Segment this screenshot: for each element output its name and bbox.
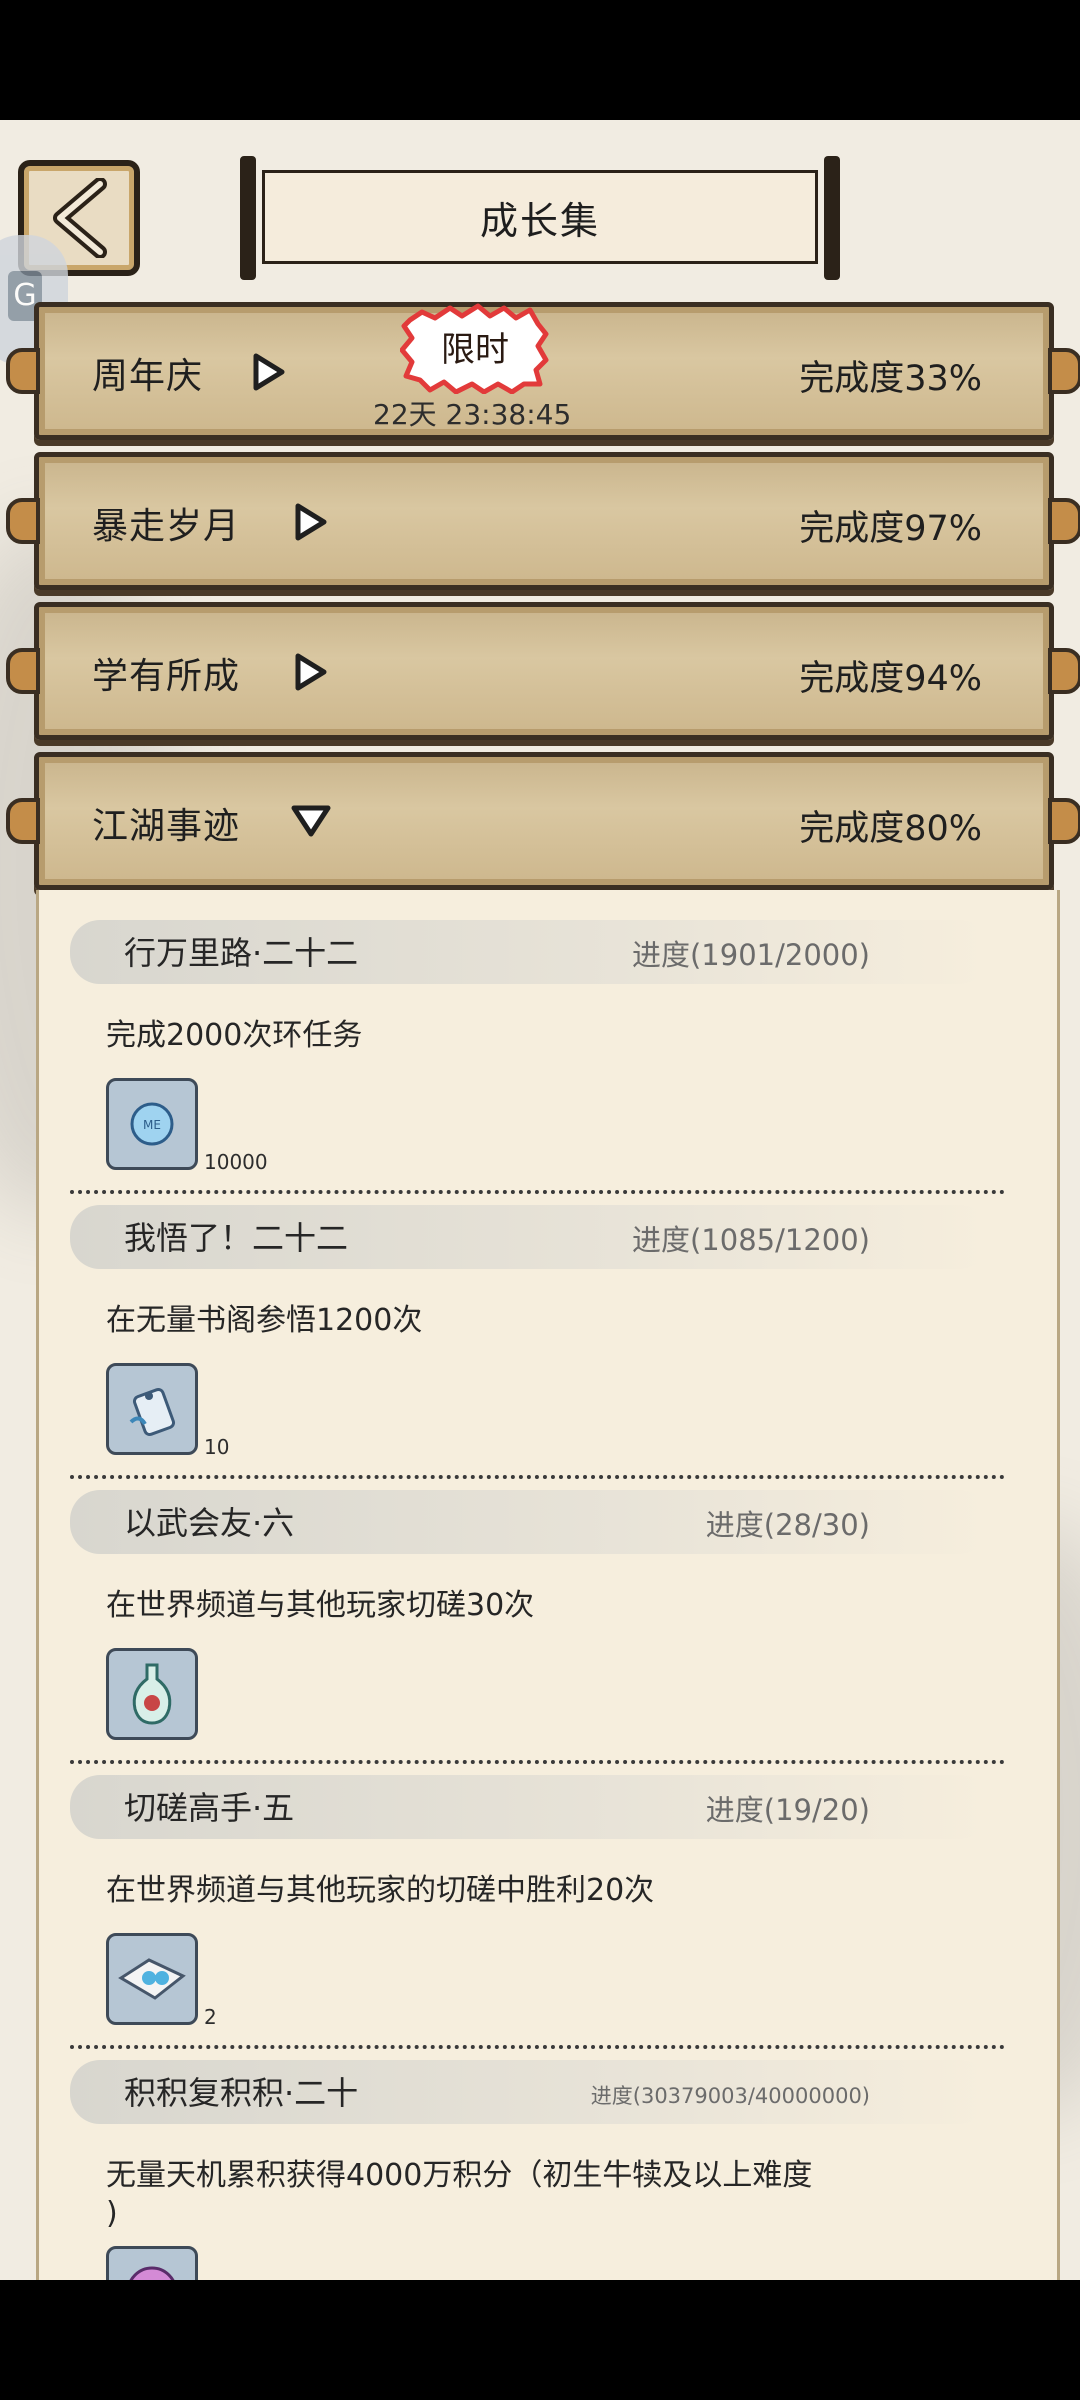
triangle-down-icon (291, 805, 331, 837)
reward-count: 10 (204, 1435, 230, 1459)
triangle-right-icon (295, 503, 327, 541)
task-item: 以武会友·六 进度(28/30) 在世界频道与其他玩家切磋30次 (70, 1480, 1010, 1765)
bar-knob (1048, 348, 1080, 394)
task-item: 积积复积积·二十 进度(30379003/40000000) 无量天机累积获得4… (70, 2050, 1010, 2280)
countdown-timer: 22天 23:38:45 (373, 398, 572, 431)
reward-slot[interactable]: ME (106, 1078, 198, 1170)
task-name: 以武会友·六 (124, 1504, 295, 1542)
task-progress: 进度(30379003/40000000) (590, 2084, 870, 2108)
bar-knob (6, 498, 40, 544)
limited-time-badge: 限时 (399, 302, 550, 395)
title-scroll: 成长集 (240, 156, 840, 280)
category-rampage-years[interactable]: 暴走岁月 完成度97% (6, 452, 1080, 590)
task-description: 无量天机累积获得4000万积分（初生牛犊及以上难度 (106, 2158, 813, 2193)
completion-text: 完成度94% (799, 659, 982, 699)
task-name: 行万里路·二十二 (124, 934, 359, 972)
task-name: 切磋高手·五 (124, 1789, 295, 1827)
vase-icon (132, 1663, 172, 1725)
category-learning[interactable]: 学有所成 完成度94% (6, 602, 1080, 740)
triangle-right-icon (295, 653, 327, 691)
task-description: 在世界频道与其他玩家切磋30次 (106, 1588, 535, 1623)
bar-knob (1048, 798, 1080, 844)
bar-knob (6, 348, 40, 394)
task-description: 在无量书阁参悟1200次 (106, 1303, 423, 1338)
scroll-rod (824, 156, 840, 280)
category-jianghu-deeds[interactable]: 江湖事迹 完成度80% (6, 752, 1080, 890)
task-progress: 进度(19/20) (705, 1793, 870, 1827)
badge-text: 限时 (441, 330, 509, 370)
dotted-divider (70, 1190, 1005, 1194)
category-name: 周年庆 (92, 356, 204, 397)
bar-knob (1048, 648, 1080, 694)
dotted-divider (70, 1475, 1005, 1479)
task-progress: 进度(28/30) (705, 1508, 870, 1542)
reward-slot[interactable] (106, 2246, 198, 2280)
task-description: 完成2000次环任务 (106, 1018, 363, 1053)
completion-text: 完成度33% (799, 359, 982, 399)
coin-icon: ME (130, 1102, 174, 1146)
scroll-gem-icon (118, 1958, 186, 2000)
task-item: 行万里路·二十二 进度(1901/2000) 完成2000次环任务 ME 100… (70, 910, 1010, 1195)
task-progress: 进度(1085/1200) (631, 1223, 870, 1257)
completion-text: 完成度80% (799, 809, 982, 849)
dotted-divider (70, 2045, 1005, 2049)
reward-count: 2 (204, 2005, 217, 2029)
task-name: 积积复积积·二十 (124, 2074, 359, 2112)
reward-slot[interactable] (106, 1933, 198, 2025)
task-name: 我悟了！二十二 (124, 1219, 349, 1257)
task-item: 我悟了！二十二 进度(1085/1200) 在无量书阁参悟1200次 10 (70, 1195, 1010, 1480)
task-progress: 进度(1901/2000) (631, 938, 870, 972)
reward-slot[interactable] (106, 1363, 198, 1455)
category-name: 暴走岁月 (92, 506, 241, 547)
growth-collection-screen: 成长集 G 周年庆 完成度33% 限时 22天 23:38:45 暴走岁月 完成… (0, 120, 1080, 2280)
orb-icon (129, 2266, 175, 2280)
bar-knob (1048, 498, 1080, 544)
tag-icon (129, 1387, 176, 1437)
svg-text:ME: ME (143, 1118, 161, 1132)
scroll-rod (240, 156, 256, 280)
page-title: 成长集 (262, 170, 818, 264)
category-name: 江湖事迹 (92, 806, 241, 847)
task-item: 切磋高手·五 进度(19/20) 在世界频道与其他玩家的切磋中胜利20次 2 (70, 1765, 1010, 2050)
bar-knob (6, 798, 40, 844)
completion-text: 完成度97% (799, 509, 982, 549)
task-description: 在世界频道与其他玩家的切磋中胜利20次 (106, 1873, 655, 1908)
reward-count: 10000 (204, 1150, 268, 1174)
reward-slot[interactable] (106, 1648, 198, 1740)
dotted-divider (70, 1760, 1005, 1764)
triangle-right-icon (253, 353, 285, 391)
bar-knob (6, 648, 40, 694)
task-description-cont: ) (106, 2196, 118, 2231)
category-name: 学有所成 (92, 656, 241, 697)
